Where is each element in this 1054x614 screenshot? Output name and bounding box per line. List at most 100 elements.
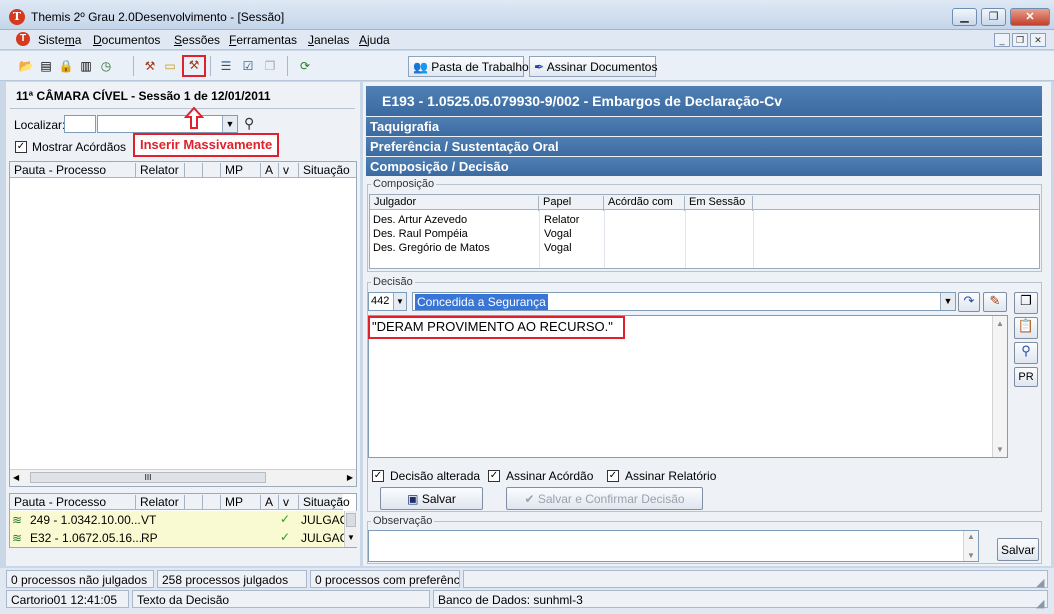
chevron-down-icon[interactable]: ▼ <box>940 293 955 310</box>
window-icon[interactable]: ▤ <box>38 58 54 74</box>
spellcheck-button[interactable]: ✎ <box>983 292 1007 312</box>
col-mp[interactable]: MP <box>221 163 261 178</box>
observacao-textarea[interactable]: ▲ ▼ <box>368 530 979 562</box>
search-icon[interactable]: ⚲ <box>244 115 262 133</box>
folder-icon[interactable]: ▭ <box>162 58 178 74</box>
pauta-grid-julgados[interactable]: Pauta - Processo Relator MP A v Situação… <box>9 493 357 548</box>
app-menu-icon[interactable]: T <box>16 32 30 46</box>
pauta-grid-pending[interactable]: Pauta - Processo Relator MP A v Situação… <box>9 161 357 487</box>
scroll-thumb[interactable] <box>346 513 356 527</box>
col-blank-2[interactable] <box>203 495 221 510</box>
gavel-icon[interactable]: ⚒ <box>142 58 158 74</box>
col-blank-1[interactable] <box>185 163 203 178</box>
zoom-button[interactable]: ⚲ <box>1014 342 1038 364</box>
decisao-text[interactable]: "DERAM PROVIMENTO AO RECURSO." <box>368 316 625 339</box>
col-situacao[interactable]: Situação <box>299 495 350 510</box>
col-julgador[interactable]: Julgador <box>370 196 539 211</box>
paste-button[interactable]: 📋 <box>1014 317 1038 339</box>
menu-documentos[interactable]: Documentos <box>93 33 160 47</box>
copy-button[interactable]: ❐ <box>1014 292 1038 314</box>
salvar-confirmar-button[interactable]: ✔ Salvar e Confirmar Decisão <box>506 487 703 510</box>
observacao-salvar-button[interactable]: Salvar <box>997 538 1039 561</box>
table-row[interactable]: ≋ 249 - 1.0342.10.00... VT ✓ JULGAC <box>10 511 348 529</box>
col-v[interactable]: v <box>279 495 299 510</box>
col-em-sessao[interactable]: Em Sessão <box>685 196 753 211</box>
julgador-1[interactable]: Des. Artur Azevedo <box>373 214 467 226</box>
lock-icon[interactable]: 🔒 <box>58 58 74 74</box>
menu-sessoes[interactable]: Sessões <box>174 33 220 47</box>
col-a[interactable]: A <box>261 495 279 510</box>
horizontal-scrollbar[interactable]: ◀ III ▶ <box>10 469 356 486</box>
salvar-button[interactable]: ▣ Salvar <box>380 487 483 510</box>
list-window-icon[interactable]: ☰ <box>218 58 234 74</box>
col-pauta-processo[interactable]: Pauta - Processo <box>10 495 136 510</box>
scroll-up-icon[interactable]: ▲ <box>967 532 975 541</box>
julgador-2[interactable]: Des. Raul Pompéia <box>373 228 468 240</box>
menu-sistema[interactable]: Sistema <box>38 33 81 47</box>
chevron-down-icon[interactable]: ▼ <box>222 116 237 132</box>
scroll-thumb[interactable]: III <box>30 472 266 483</box>
decisao-select[interactable]: Concedida a Segurança ▼ <box>412 292 956 311</box>
spellcheck-icon: ✎ <box>989 293 1001 308</box>
document-check-icon[interactable]: ☑ <box>240 58 256 74</box>
section-composicao[interactable]: Composição / Decisão <box>366 157 1042 176</box>
menu-ferramentas[interactable]: Ferramentas <box>229 33 297 47</box>
pr-button[interactable]: PR <box>1014 367 1038 387</box>
pasta-trabalho-button[interactable]: 👥 Pasta de Trabalho <box>408 56 529 77</box>
refresh-icon[interactable]: ⟳ <box>297 58 313 74</box>
maximize-button[interactable]: ❐ <box>981 8 1006 26</box>
col-a[interactable]: A <box>261 163 279 178</box>
scroll-down-icon[interactable]: ▼ <box>996 445 1004 454</box>
col-blank-2[interactable] <box>203 163 221 178</box>
scroll-down-icon[interactable]: ▼ <box>967 551 975 560</box>
scroll-down-icon[interactable]: ▼ <box>347 533 355 542</box>
localizar-select[interactable]: ▼ <box>97 115 238 133</box>
table-row[interactable]: ≋ E32 - 1.0672.05.16... RP ✓ JULGAC <box>10 529 348 547</box>
mdi-minimize-icon[interactable]: _ <box>994 33 1010 47</box>
status-user-time: Cartorio01 12:41:05 <box>6 590 129 608</box>
resize-grip-icon[interactable]: ◢ <box>1036 576 1044 589</box>
salvar-label: Salvar <box>421 492 456 506</box>
col-blank-1[interactable] <box>185 495 203 510</box>
col-relator[interactable]: Relator <box>136 163 185 178</box>
book-icon[interactable]: ▥ <box>78 58 94 74</box>
decisao-alterada-checkbox[interactable]: ✓ <box>372 470 384 482</box>
assinar-acordao-checkbox[interactable]: ✓ <box>488 470 500 482</box>
clock-icon[interactable]: ◷ <box>98 58 114 74</box>
scroll-up-icon[interactable]: ▲ <box>996 319 1004 328</box>
menu-janelas[interactable]: Janelas <box>308 33 349 47</box>
scroll-left-icon[interactable]: ◀ <box>13 473 19 482</box>
vertical-scrollbar[interactable]: ▼ <box>344 511 357 547</box>
open-folder-icon[interactable]: 📂 <box>18 58 34 74</box>
menu-ajuda[interactable]: Ajuda <box>359 33 390 47</box>
col-relator[interactable]: Relator <box>136 495 185 510</box>
vertical-scrollbar[interactable]: ▲ ▼ <box>992 316 1007 457</box>
col-papel[interactable]: Papel <box>539 196 604 211</box>
mdi-restore-icon[interactable]: ❐ <box>1012 33 1028 47</box>
chevron-down-icon[interactable]: ▼ <box>393 293 406 310</box>
decisao-code-select[interactable]: 442 ▼ <box>368 292 407 311</box>
mostrar-acordaos-checkbox[interactable]: ✓ <box>15 141 27 153</box>
close-button[interactable]: ✕ <box>1010 8 1050 26</box>
section-taquigrafia[interactable]: Taquigrafia <box>366 117 1042 136</box>
composicao-grid[interactable]: Julgador Papel Acórdão com Em Sessão Des… <box>369 194 1040 269</box>
col-v[interactable]: v <box>279 163 299 178</box>
minimize-button[interactable]: ▁ <box>952 8 977 26</box>
localizar-code-input[interactable] <box>64 115 96 133</box>
redo-button[interactable]: ↷ <box>958 292 980 312</box>
col-situacao[interactable]: Situação <box>299 163 356 178</box>
assinar-relatorio-checkbox[interactable]: ✓ <box>607 470 619 482</box>
mdi-close-icon[interactable]: ✕ <box>1030 33 1046 47</box>
section-preferencia[interactable]: Preferência / Sustentação Oral <box>366 137 1042 156</box>
col-mp[interactable]: MP <box>221 495 261 510</box>
vertical-scrollbar[interactable]: ▲ ▼ <box>963 531 978 561</box>
julgador-3[interactable]: Des. Gregório de Matos <box>373 242 490 254</box>
scroll-right-icon[interactable]: ▶ <box>347 473 353 482</box>
copy-disabled-icon[interactable]: ❐ <box>262 58 278 74</box>
col-pauta-processo[interactable]: Pauta - Processo <box>10 163 136 178</box>
mdi-controls: _ ❐ ✕ <box>992 32 1046 47</box>
insert-massive-icon[interactable]: ⚒ <box>182 55 206 77</box>
resize-grip-icon[interactable]: ◢ <box>1036 597 1044 610</box>
assinar-documentos-button[interactable]: ✒ Assinar Documentos <box>529 56 657 77</box>
col-acordao-com[interactable]: Acórdão com <box>604 196 685 211</box>
